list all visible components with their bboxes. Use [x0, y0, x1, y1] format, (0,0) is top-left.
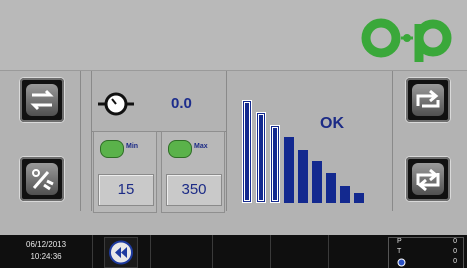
level-bar-3 [270, 125, 280, 203]
counter-value: 0 [453, 248, 457, 255]
level-bar-5 [298, 150, 308, 203]
swap-button[interactable] [20, 78, 64, 122]
gauge-icon [168, 140, 192, 158]
time: 10:24:36 [30, 252, 62, 261]
tools-button[interactable] [20, 157, 64, 201]
date: 06/12/2013 [26, 240, 67, 249]
header [0, 0, 467, 70]
flow-value: 0.0 [171, 95, 192, 112]
footer-divider [150, 235, 151, 268]
counter-row-t: T 0 [389, 248, 463, 258]
counter-value: 0 [453, 258, 457, 265]
tools-icon [32, 169, 54, 191]
level-bar-4 [284, 137, 294, 203]
footer-divider [270, 235, 271, 268]
min-label: Min [126, 143, 139, 150]
flow-sensor-icon [98, 92, 134, 116]
min-input[interactable]: 15 [98, 174, 154, 206]
max-setting: Max 350 [161, 131, 225, 213]
counter-panel: P 0 T 0 0 [388, 237, 464, 268]
level-bar-1 [242, 100, 252, 203]
divider [226, 71, 227, 211]
max-label: Max [194, 143, 208, 150]
back-button[interactable] [104, 237, 138, 268]
footer-divider [328, 235, 329, 268]
main-panel: 0.0 Min 15 Max 350 OK [0, 70, 467, 235]
flow-readout: 0.0 [91, 71, 222, 131]
counter-key: P [397, 238, 402, 245]
footer-bar: 06/12/2013 10:24:36 P 0 T 0 0 [0, 235, 467, 268]
footer-divider [92, 235, 93, 268]
max-input[interactable]: 350 [166, 174, 222, 206]
level-bar-7 [326, 173, 336, 203]
level-bar-9 [354, 193, 364, 203]
divider [80, 71, 81, 211]
counter-row-clock: 0 [389, 258, 463, 268]
gauge-icon [100, 140, 124, 158]
cycle-loop-icon [416, 168, 440, 192]
level-bar-8 [340, 186, 350, 203]
counter-key: T [397, 248, 402, 255]
swap-arrows-icon [30, 89, 54, 111]
min-setting: Min 15 [93, 131, 157, 213]
cycle-loop-button[interactable] [406, 157, 450, 201]
counter-row-p: P 0 [389, 238, 463, 248]
divider [392, 71, 393, 211]
datetime: 06/12/2013 10:24:36 [26, 239, 66, 263]
cycle-forward-icon [416, 89, 440, 108]
level-bar-2 [256, 112, 266, 203]
status-text: OK [320, 115, 344, 132]
cycle-forward-button[interactable] [406, 78, 450, 122]
company-logo [361, 18, 452, 62]
clock-icon [397, 258, 406, 268]
hmi-screen: 0.0 Min 15 Max 350 OK 06/12/2013 10:24:3… [0, 0, 467, 268]
rewind-icon [109, 240, 133, 265]
level-indicator: OK [236, 71, 386, 211]
counter-value: 0 [453, 238, 457, 245]
footer-divider [212, 235, 213, 268]
level-bar-6 [312, 161, 322, 203]
